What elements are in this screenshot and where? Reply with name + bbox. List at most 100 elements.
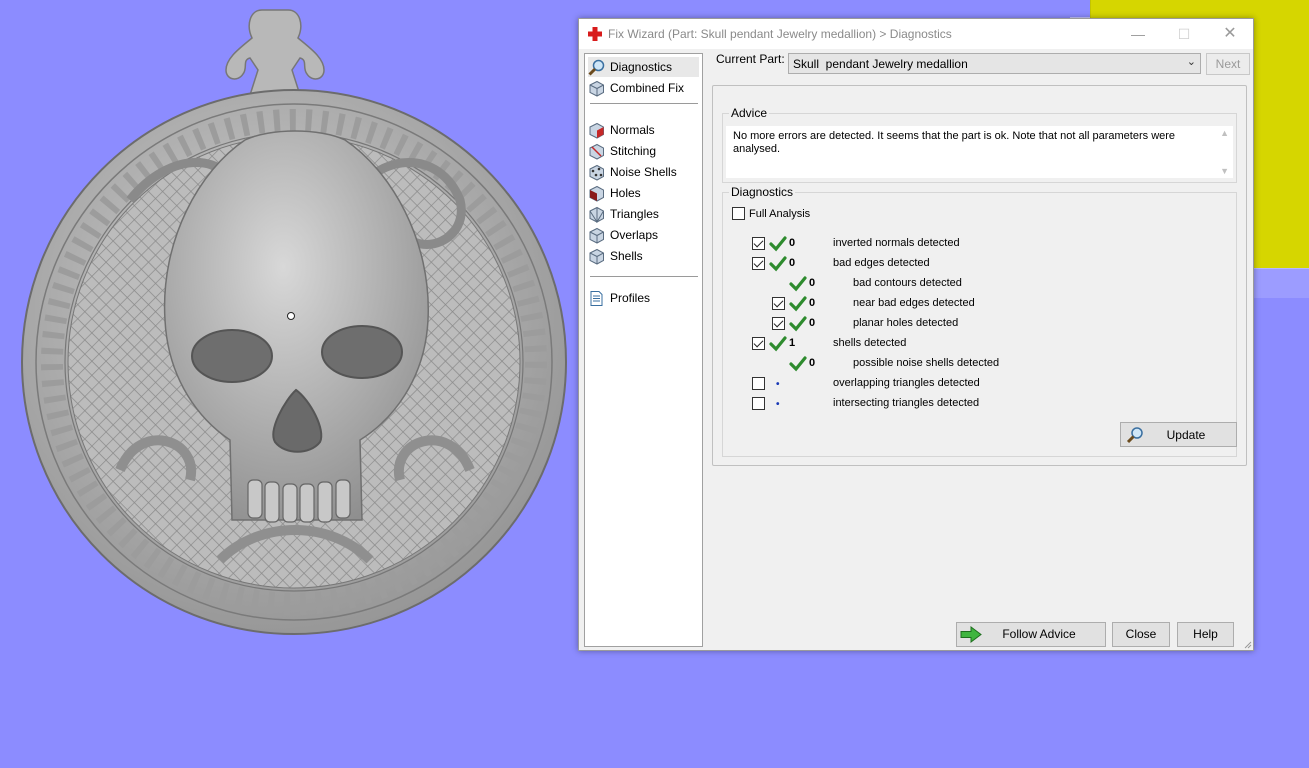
green-check-icon [769, 236, 787, 252]
fix-wizard-dialog: Fix Wizard (Part: Skull pendant Jewelry … [578, 18, 1254, 651]
diag-count: 0 [789, 237, 796, 249]
nav-item-combined-fix[interactable]: Combined Fix [588, 78, 699, 98]
diag-label: shells detected [833, 337, 907, 349]
nav-item-holes[interactable]: Holes [588, 183, 699, 203]
holes-cube-icon [589, 185, 604, 202]
normals-cube-icon [589, 122, 604, 139]
wizard-nav-panel: Diagnostics Combined Fix Normals Stitchi… [584, 53, 703, 647]
scroll-down-icon[interactable]: ▼ [1220, 166, 1229, 176]
diag-label: near bad edges detected [853, 297, 975, 309]
document-icon [590, 290, 603, 306]
diag-checkbox[interactable] [752, 337, 765, 350]
nav-label: Overlaps [610, 228, 659, 242]
nav-label: Stitching [610, 144, 657, 158]
diag-count: 0 [789, 257, 796, 269]
nav-label: Profiles [610, 291, 651, 305]
diag-row-bad-contours: 0 bad contours detected [723, 275, 1233, 293]
close-button[interactable]: Close [1112, 622, 1170, 647]
diagnostics-panel: Advice No more errors are detected. It s… [712, 85, 1247, 466]
follow-advice-button[interactable]: Follow Advice [956, 622, 1106, 647]
green-check-icon [769, 256, 787, 272]
next-button[interactable]: Next [1206, 53, 1250, 75]
diag-row-intersecting-triangles: • intersecting triangles detected [723, 395, 1233, 413]
diag-count: 0 [809, 317, 816, 329]
update-label: Update [1166, 428, 1206, 442]
green-check-icon [789, 356, 807, 372]
magnifier-icon [588, 59, 605, 76]
nav-item-shells[interactable]: Shells [588, 246, 699, 266]
window-title: Fix Wizard (Part: Skull pendant Jewelry … [608, 27, 952, 41]
overlaps-cube-icon [589, 227, 604, 244]
viewport-edge-outline [1070, 0, 1092, 18]
nav-label: Holes [610, 186, 641, 200]
shells-cube-icon [589, 248, 604, 265]
diag-count: 0 [809, 357, 816, 369]
diag-checkbox[interactable] [752, 377, 765, 390]
diag-label: inverted normals detected [833, 237, 960, 249]
diag-count: 1 [789, 337, 796, 349]
window-close-button[interactable]: ✕ [1207, 19, 1253, 49]
nav-item-overlaps[interactable]: Overlaps [588, 225, 699, 245]
advice-group: Advice No more errors are detected. It s… [722, 106, 1237, 183]
current-part-label: Current Part: [716, 52, 785, 66]
nav-separator [590, 103, 698, 104]
nav-label: Noise Shells [610, 165, 677, 179]
diag-count: 0 [809, 297, 816, 309]
diag-label: overlapping triangles detected [833, 377, 980, 389]
title-bar[interactable]: Fix Wizard (Part: Skull pendant Jewelry … [579, 19, 1253, 49]
diagnostics-title: Diagnostics [729, 185, 796, 199]
diag-label: bad contours detected [853, 277, 962, 289]
diag-checkbox[interactable] [752, 397, 765, 410]
full-analysis-option[interactable]: Full Analysis [732, 207, 810, 220]
green-check-icon [769, 336, 787, 352]
current-part-select[interactable]: Skull pendant Jewelry medallion ⌄ [788, 53, 1201, 74]
diag-row-planar-holes: 0 planar holes detected [723, 315, 1233, 333]
help-button[interactable]: Help [1177, 622, 1234, 647]
minimize-button[interactable]: — [1115, 19, 1161, 49]
diag-checkbox[interactable] [772, 317, 785, 330]
red-cross-icon [588, 27, 602, 41]
diagnostics-group: Diagnostics Full Analysis 0 inverted nor… [722, 185, 1237, 457]
diag-row-shells: 1 shells detected [723, 335, 1233, 353]
resize-grip-icon[interactable] [1242, 639, 1252, 649]
diag-row-near-bad-edges: 0 near bad edges detected [723, 295, 1233, 313]
diag-label: possible noise shells detected [853, 357, 1000, 369]
skull-medallion-model[interactable] [0, 0, 580, 650]
diag-row-bad-edges: 0 bad edges detected [723, 255, 1233, 273]
green-check-icon [789, 276, 807, 292]
maximize-button[interactable]: ☐ [1161, 19, 1207, 49]
diag-checkbox[interactable] [772, 297, 785, 310]
nav-item-noise-shells[interactable]: Noise Shells [588, 162, 699, 182]
advice-textbox[interactable]: No more errors are detected. It seems th… [726, 126, 1233, 178]
cube-icon [589, 80, 604, 97]
nav-item-triangles[interactable]: Triangles [588, 204, 699, 224]
green-check-icon [789, 296, 807, 312]
nav-item-normals[interactable]: Normals [588, 120, 699, 140]
update-button[interactable]: Update [1120, 422, 1237, 447]
pending-dot-icon: • [776, 379, 780, 390]
part-edge-strip [1250, 268, 1309, 298]
stitching-cube-icon [589, 143, 604, 160]
nav-separator [590, 276, 698, 277]
full-analysis-checkbox[interactable] [732, 207, 745, 220]
full-analysis-label: Full Analysis [749, 207, 811, 220]
current-part-value: Skull pendant Jewelry medallion [793, 57, 968, 71]
nav-label: Combined Fix [610, 81, 685, 95]
triangles-cube-icon [589, 206, 604, 223]
diag-checkbox[interactable] [752, 257, 765, 270]
scroll-up-icon[interactable]: ▲ [1220, 128, 1229, 138]
diag-checkbox[interactable] [752, 237, 765, 250]
diag-label: planar holes detected [853, 317, 959, 329]
green-check-icon [789, 316, 807, 332]
nav-item-stitching[interactable]: Stitching [588, 141, 699, 161]
noise-shells-icon [589, 164, 604, 181]
diag-row-inverted-normals: 0 inverted normals detected [723, 235, 1233, 253]
diag-count: 0 [809, 277, 816, 289]
nav-item-profiles[interactable]: Profiles [588, 288, 699, 308]
nav-label: Shells [610, 249, 643, 263]
nav-label: Triangles [610, 207, 659, 221]
nav-item-diagnostics[interactable]: Diagnostics [588, 57, 699, 77]
follow-advice-label: Follow Advice [1002, 627, 1076, 641]
diag-row-overlapping-triangles: • overlapping triangles detected [723, 375, 1233, 393]
advice-title: Advice [729, 106, 770, 120]
